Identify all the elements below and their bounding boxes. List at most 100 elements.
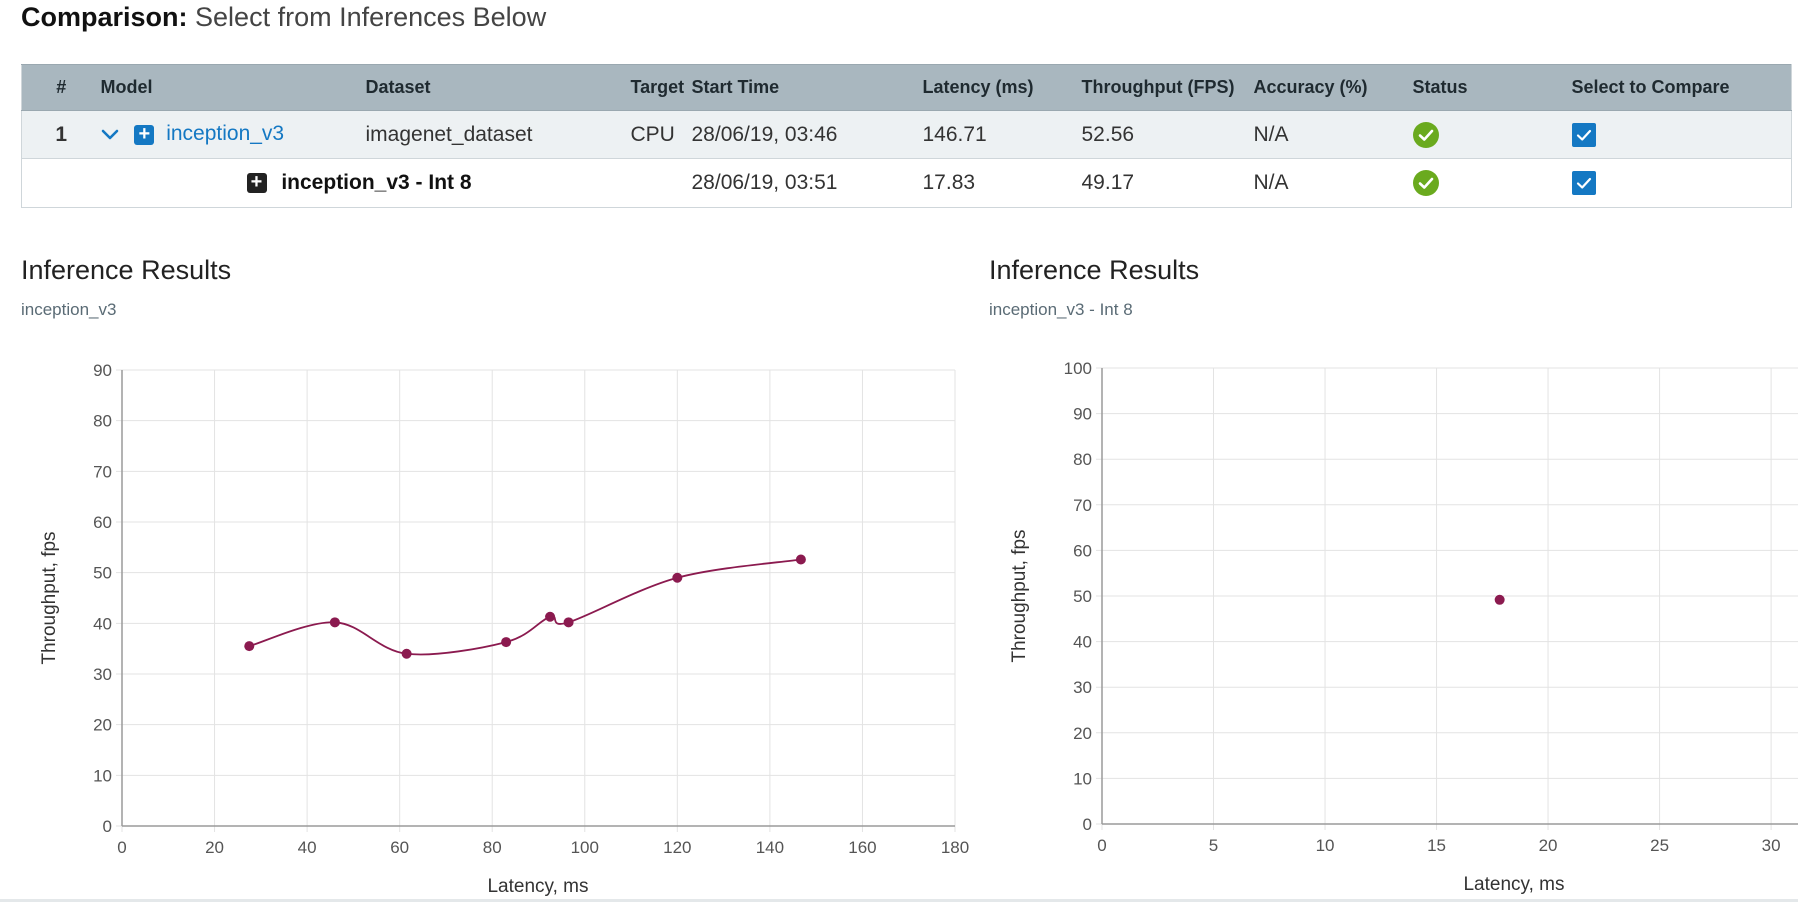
x-tick-label: 10 — [1316, 836, 1335, 855]
start-time-cell: 28/06/19, 03:46 — [691, 110, 923, 159]
chart-panel-1: Inference Results inception_v3 — [21, 255, 231, 320]
x-tick-label: 160 — [848, 838, 876, 857]
y-tick-label: 70 — [1073, 496, 1092, 515]
data-point — [401, 648, 412, 659]
model-cell: + inception_v3 - Int 8 — [100, 158, 692, 208]
y-tick-label: 90 — [1073, 405, 1092, 424]
select-cell — [1571, 158, 1792, 208]
data-point — [1494, 594, 1505, 605]
y-tick-label: 40 — [93, 614, 112, 633]
y-tick-label: 0 — [1083, 815, 1092, 834]
x-tick-label: 20 — [1539, 836, 1558, 855]
select-to-compare-checkbox[interactable] — [1571, 171, 1596, 196]
check-circle-icon — [1412, 170, 1439, 196]
select-to-compare-checkbox[interactable] — [1571, 122, 1596, 147]
x-tick-label: 40 — [298, 838, 317, 857]
x-tick-label: 140 — [756, 838, 784, 857]
x-tick-label: 0 — [117, 838, 126, 857]
chart-title: Inference Results — [21, 255, 232, 285]
throughput-cell: 52.56 — [1081, 110, 1254, 159]
y-tick-label: 70 — [93, 462, 112, 481]
model-link[interactable]: inception_v3 — [166, 122, 284, 145]
x-tick-label: 5 — [1209, 836, 1218, 855]
data-point — [795, 554, 806, 565]
y-tick-label: 60 — [1073, 541, 1092, 560]
y-tick-label: 90 — [93, 361, 112, 380]
y-tick-label: 80 — [93, 412, 112, 431]
column-header-accuracy[interactable]: Accuracy (%) — [1253, 64, 1413, 111]
x-tick-label: 60 — [390, 838, 409, 857]
y-tick-label: 30 — [1073, 678, 1092, 697]
chart-title: Inference Results — [989, 255, 1200, 285]
data-point — [501, 637, 512, 648]
row-number: 1 — [21, 110, 101, 159]
accuracy-cell: N/A — [1253, 110, 1413, 159]
x-tick-label: 25 — [1650, 836, 1669, 855]
model-cell: + inception_v3 — [100, 110, 366, 159]
y-tick-label: 50 — [93, 564, 112, 583]
status-cell — [1412, 158, 1572, 208]
accuracy-cell: N/A — [1253, 158, 1413, 208]
page-title-label: Comparison: — [21, 2, 188, 32]
y-axis-label: Throughput, fps — [1009, 529, 1030, 662]
data-point — [563, 617, 574, 628]
series-line — [249, 558, 802, 656]
y-tick-label: 60 — [93, 513, 112, 532]
x-axis-label: Latency, ms — [487, 876, 588, 897]
column-header-target[interactable]: Target — [630, 64, 692, 111]
y-tick-label: 10 — [1073, 769, 1092, 788]
status-cell — [1412, 110, 1572, 159]
expand-plus-icon[interactable]: + — [134, 124, 155, 145]
x-tick-label: 120 — [663, 838, 691, 857]
latency-cell: 146.71 — [922, 110, 1082, 159]
throughput-cell: 49.17 — [1081, 158, 1254, 208]
table-row[interactable]: 1 + inception_v3 imagenet_dataset CPU 28… — [21, 110, 1792, 159]
x-tick-label: 15 — [1427, 836, 1446, 855]
y-tick-label: 40 — [1073, 633, 1092, 652]
y-tick-label: 100 — [1064, 359, 1092, 378]
inference-results-chart-1: 0 20 40 60 80 100 120 140 160 180 0 10 20 30 40 50 60 70 8… — [39, 361, 969, 897]
x-tick-label: 100 — [571, 838, 599, 857]
chevron-down-icon[interactable] — [101, 123, 119, 147]
x-tick-label: 30 — [1762, 836, 1781, 855]
check-circle-icon — [1412, 121, 1439, 148]
x-tick-label: 180 — [941, 838, 969, 857]
chart-subtitle: inception_v3 — [21, 300, 117, 319]
y-axis-label: Throughput, fps — [39, 531, 60, 664]
inferences-table: # Model Dataset Target Start Time Latenc… — [21, 64, 1792, 208]
column-header-model[interactable]: Model — [100, 64, 366, 111]
y-tick-label: 10 — [93, 766, 112, 785]
dataset-link[interactable]: imagenet_dataset — [365, 110, 631, 159]
column-header-throughput[interactable]: Throughput (FPS) — [1081, 64, 1254, 111]
y-tick-label: 20 — [1073, 724, 1092, 743]
table-header-row: # Model Dataset Target Start Time Latenc… — [21, 64, 1792, 111]
x-axis-label: Latency, ms — [1463, 874, 1564, 895]
chart-subtitle: inception_v3 - Int 8 — [989, 300, 1133, 319]
select-cell — [1571, 110, 1792, 159]
y-tick-label: 0 — [103, 817, 112, 836]
row-number — [21, 158, 101, 208]
data-point — [329, 617, 340, 628]
chart-panel-2: Inference Results inception_v3 - Int 8 — [989, 255, 1199, 320]
data-point — [672, 572, 683, 583]
page-title: Comparison: Select from Inferences Below — [21, 2, 546, 33]
start-time-cell: 28/06/19, 03:51 — [691, 158, 923, 208]
y-tick-label: 20 — [93, 716, 112, 735]
target-cell: CPU — [630, 110, 692, 159]
table-row[interactable]: + inception_v3 - Int 8 28/06/19, 03:51 1… — [21, 158, 1792, 208]
column-header-latency[interactable]: Latency (ms) — [922, 64, 1082, 111]
inference-results-chart-2: 0 5 10 15 20 25 30 0 10 20 30 40 50 60 70 80 90 100 Latenc… — [1009, 359, 1798, 895]
x-tick-label: 20 — [205, 838, 224, 857]
column-header-select[interactable]: Select to Compare — [1571, 64, 1792, 111]
column-header-number[interactable]: # — [21, 64, 101, 111]
model-name: inception_v3 - Int 8 — [281, 171, 472, 194]
column-header-start-time[interactable]: Start Time — [691, 64, 923, 111]
data-point — [545, 611, 556, 622]
latency-cell: 17.83 — [922, 158, 1082, 208]
x-tick-label: 0 — [1097, 836, 1106, 855]
column-header-dataset[interactable]: Dataset — [365, 64, 631, 111]
data-point — [244, 641, 255, 652]
column-header-status[interactable]: Status — [1412, 64, 1572, 111]
expand-plus-icon[interactable]: + — [246, 172, 267, 194]
y-tick-label: 50 — [1073, 587, 1092, 606]
